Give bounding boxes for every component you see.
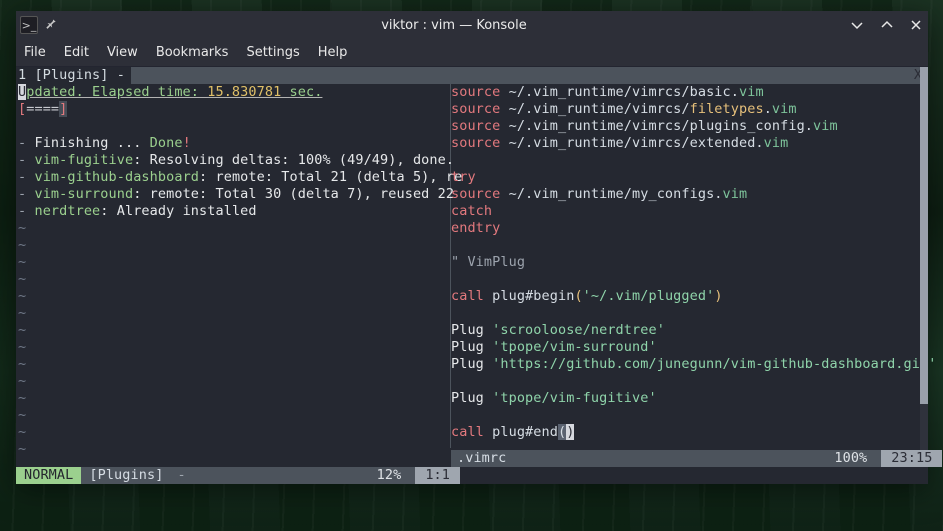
scrollbar-track[interactable] — [920, 67, 928, 450]
left-modified: - — [171, 467, 191, 484]
left-filename: [Plugins] — [81, 467, 171, 484]
konsole-window: >_ viktor : vim — Konsole File Edit View… — [16, 11, 928, 484]
elapsed-time: 15.830781 — [199, 84, 290, 100]
updated-sec: sec. — [290, 84, 323, 100]
left-percent: 12% — [363, 467, 416, 484]
terminal-area[interactable]: 1 [Plugins] - X Updated. Elapsed time: 1… — [16, 67, 928, 484]
maximize-button[interactable] — [880, 18, 894, 32]
plugin-line: - vim-fugitive: Resolving deltas: 100% (… — [18, 152, 450, 169]
left-statusline: NORMAL [Plugins] - 12% 1:1 — [16, 467, 460, 484]
finishing-done: Done — [150, 135, 183, 151]
empty-line-tilde: ~ — [18, 322, 450, 339]
menu-settings[interactable]: Settings — [246, 45, 299, 60]
right-position: 23:15 — [881, 450, 942, 467]
empty-line-tilde: ~ — [18, 271, 450, 288]
vim-tab[interactable]: 1 [Plugins] - — [16, 67, 127, 84]
code-line — [451, 305, 936, 322]
close-button[interactable] — [910, 19, 922, 31]
code-line: source ~/.vim_runtime/vimrcs/filetypes.v… — [451, 101, 936, 118]
right-filename: .vimrc — [451, 450, 512, 467]
code-line: Plug 'tpope/vim-fugitive' — [451, 390, 936, 407]
code-line — [451, 407, 936, 424]
right-percent: 100% — [820, 450, 881, 467]
empty-line-tilde: ~ — [18, 254, 450, 271]
code-line: source ~/.vim_runtime/vimrcs/extended.vi… — [451, 135, 936, 152]
code-line: try — [451, 169, 936, 186]
updated-msg: pdated. Elapsed time: — [26, 84, 199, 100]
empty-line-tilde: ~ — [18, 424, 450, 441]
menubar: File Edit View Bookmarks Settings Help — [16, 39, 928, 67]
minimize-button[interactable] — [850, 18, 864, 32]
empty-line-tilde: ~ — [18, 373, 450, 390]
vim-tabline: 1 [Plugins] - X — [16, 67, 928, 84]
plugin-line: - nerdtree: Already installed — [18, 203, 450, 220]
right-pane[interactable]: source ~/.vim_runtime/vimrcs/basic.vimso… — [451, 84, 942, 467]
app-icon: >_ — [20, 16, 38, 34]
empty-line-tilde: ~ — [18, 441, 450, 458]
tabline-fill — [131, 67, 908, 84]
code-line: catch — [451, 203, 936, 220]
empty-line-tilde: ~ — [18, 237, 450, 254]
code-line: call plug#end() — [451, 424, 936, 441]
menu-help[interactable]: Help — [318, 45, 348, 60]
code-line: " VimPlug — [451, 254, 936, 271]
pin-icon[interactable] — [44, 16, 58, 34]
menu-file[interactable]: File — [24, 45, 46, 60]
code-line — [451, 271, 936, 288]
code-line: Plug 'scrooloose/nerdtree' — [451, 322, 936, 339]
plugin-line: - vim-surround: remote: Total 30 (delta … — [18, 186, 450, 203]
code-line: source ~/.vim_runtime/my_configs.vim — [451, 186, 936, 203]
menu-view[interactable]: View — [107, 45, 138, 60]
window-title: viktor : vim — Konsole — [381, 18, 527, 33]
titlebar[interactable]: >_ viktor : vim — Konsole — [16, 11, 928, 39]
left-position: 1:1 — [415, 467, 460, 484]
empty-line-tilde: ~ — [18, 220, 450, 237]
empty-line-tilde: ~ — [18, 305, 450, 322]
menu-edit[interactable]: Edit — [64, 45, 89, 60]
empty-line-tilde: ~ — [18, 407, 450, 424]
code-line — [451, 373, 936, 390]
menu-bookmarks[interactable]: Bookmarks — [156, 45, 229, 60]
code-line: endtry — [451, 220, 936, 237]
plugin-line: - vim-github-dashboard: remote: Total 21… — [18, 169, 450, 186]
code-line: Plug 'https://github.com/junegunn/vim-gi… — [451, 356, 936, 373]
mode-indicator: NORMAL — [16, 467, 81, 484]
code-line: source ~/.vim_runtime/vimrcs/basic.vim — [451, 84, 936, 101]
empty-line-tilde: ~ — [18, 288, 450, 305]
empty-line-tilde: ~ — [18, 339, 450, 356]
progress-bar: ==== — [26, 101, 59, 117]
scrollbar-thumb[interactable] — [920, 67, 928, 404]
code-line: Plug 'tpope/vim-surround' — [451, 339, 936, 356]
cursor: U — [18, 84, 26, 100]
code-line — [451, 152, 936, 169]
right-statusline: .vimrc 100% 23:15 — [451, 450, 942, 467]
left-pane[interactable]: Updated. Elapsed time: 15.830781 sec. [=… — [16, 84, 450, 467]
code-line: call plug#begin('~/.vim/plugged') — [451, 288, 936, 305]
code-line: source ~/.vim_runtime/vimrcs/plugins_con… — [451, 118, 936, 135]
empty-line-tilde: ~ — [18, 390, 450, 407]
finishing-label: Finishing ... — [34, 135, 149, 151]
empty-line-tilde: ~ — [18, 356, 450, 373]
code-line — [451, 237, 936, 254]
